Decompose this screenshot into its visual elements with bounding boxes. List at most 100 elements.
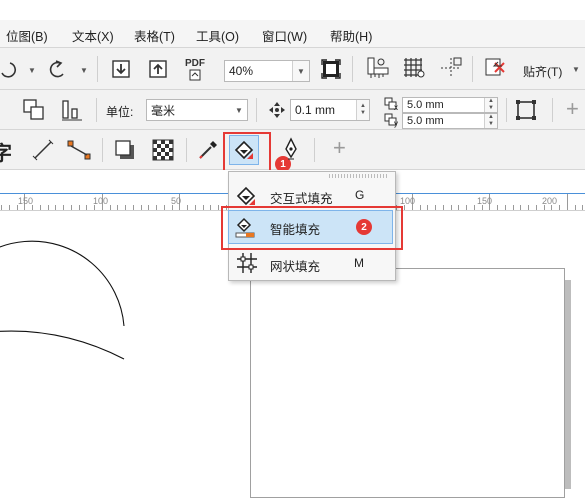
drop-shadow-tool-icon[interactable] <box>112 137 138 163</box>
ruler-tick <box>55 205 57 210</box>
ruler-tick <box>39 205 41 210</box>
toolbar-separator <box>186 138 187 162</box>
ruler-tick <box>535 205 537 210</box>
units-label: 单位: <box>106 105 134 119</box>
toolbar-separator <box>314 138 315 162</box>
ruler-tick <box>148 205 150 210</box>
dimension-tool-icon[interactable] <box>30 137 56 163</box>
menu-help[interactable]: 帮助(H) <box>330 26 372 45</box>
duplicate-y-field[interactable]: 5.0 mm ▲ ▼ <box>402 113 498 129</box>
duplicate-y-icon: y <box>384 113 398 128</box>
menu-item-mesh-fill[interactable]: 网状填充 M <box>230 246 394 280</box>
nudge-spinner[interactable]: ▲ ▼ <box>356 100 369 120</box>
ruler-tick <box>70 205 72 210</box>
import-icon[interactable] <box>108 56 134 82</box>
toolbar-separator <box>97 56 98 82</box>
menu-item-shortcut: G <box>355 188 365 202</box>
ruler-tick <box>435 205 436 210</box>
duplicate-x-field[interactable]: 5.0 mm ▲ ▼ <box>402 97 498 113</box>
menu-item-smart-fill[interactable]: 智能填充 2 <box>228 210 393 244</box>
duplicate-y-spinner[interactable]: ▲ ▼ <box>484 114 497 128</box>
ruler-tick <box>8 205 10 210</box>
undo-dropdown-icon[interactable]: ▼ <box>28 66 36 75</box>
ruler-tick <box>582 205 584 210</box>
ruler-label: 200 <box>542 196 558 206</box>
full-screen-preview-icon[interactable] <box>318 56 344 82</box>
chevron-down-icon[interactable]: ▼ <box>292 61 309 81</box>
ruler-tick <box>504 205 506 210</box>
ruler-tick <box>473 205 475 210</box>
ruler-tick <box>163 205 165 210</box>
zoom-level-combo[interactable]: 40% ▼ <box>224 60 310 82</box>
show-grid-icon[interactable] <box>400 54 428 82</box>
units-combo[interactable]: 毫米 ▼ <box>146 99 248 121</box>
snap-to-label[interactable]: 贴齐(T) <box>523 63 562 80</box>
chevron-down-icon[interactable]: ▼ <box>572 65 580 74</box>
ruler-tick <box>78 205 80 210</box>
export-icon[interactable] <box>145 56 171 82</box>
show-guidelines-icon[interactable] <box>437 54 465 82</box>
ruler-tick <box>47 205 49 210</box>
x-subscript: x <box>394 103 398 112</box>
nudge-distance-icon <box>264 97 290 123</box>
zoom-level-value: 40% <box>229 64 254 78</box>
toolbar-separator <box>552 98 553 122</box>
chevron-down-icon[interactable]: ▼ <box>231 100 247 120</box>
ruler-tick <box>520 205 522 210</box>
ruler-tick <box>566 194 568 210</box>
toolbar-separator <box>256 98 257 122</box>
ruler-tick <box>427 205 429 210</box>
connector-tool-icon[interactable] <box>66 137 92 163</box>
menu-bitmap[interactable]: 位图(B) <box>6 26 48 45</box>
smart-fill-icon <box>233 215 257 242</box>
add-icon[interactable]: + <box>566 96 579 122</box>
toolbar-separator <box>506 98 507 122</box>
group-objects-icon[interactable] <box>20 96 48 124</box>
menu-table[interactable]: 表格(T) <box>134 26 175 45</box>
duplicate-x-spinner[interactable]: ▲ ▼ <box>484 98 497 112</box>
ruler-tick <box>109 205 111 210</box>
menu-item-label: 智能填充 <box>270 223 321 237</box>
align-bars-icon[interactable] <box>58 96 86 124</box>
ruler-tick <box>450 205 452 210</box>
ruler-label: 150 <box>18 196 34 206</box>
ruler-tick <box>202 205 204 210</box>
ruler-tick <box>458 205 460 210</box>
ruler-tick <box>125 205 126 210</box>
ruler-tick <box>117 205 119 210</box>
interactive-fill-tool-icon[interactable] <box>229 135 259 165</box>
title-strip <box>0 0 585 20</box>
arc-divider <box>0 330 125 360</box>
snap-off-icon[interactable] <box>482 54 510 82</box>
undo-icon[interactable] <box>0 56 20 82</box>
show-rulers-icon[interactable] <box>364 54 392 82</box>
menu-text[interactable]: 文本(X) <box>72 26 114 45</box>
ruler-tick <box>86 205 88 210</box>
transparency-tool-icon[interactable] <box>150 137 176 163</box>
text-tool-icon[interactable]: 字 <box>0 137 12 166</box>
treat-as-filled-icon[interactable] <box>512 96 540 124</box>
ruler-label: 100 <box>400 196 416 206</box>
toolbar-separator <box>102 138 103 162</box>
property-bar: 单位: 毫米 ▼ 0.1 mm ▲ ▼ x 5.0 mm ▲ ▼ y 5.0 mm … <box>0 90 585 130</box>
redo-icon[interactable] <box>44 56 70 82</box>
mesh-fill-icon <box>234 250 260 279</box>
ruler-tick <box>497 205 498 210</box>
menu-window[interactable]: 窗口(W) <box>262 26 307 45</box>
step-two-badge: 2 <box>356 219 372 235</box>
add-tool-icon[interactable]: + <box>333 135 346 161</box>
publish-pdf-icon[interactable]: PDF <box>182 56 208 82</box>
nudge-distance-field[interactable]: 0.1 mm ▲ ▼ <box>290 99 370 121</box>
menu-tools[interactable]: 工具(O) <box>196 26 239 45</box>
menu-bar: 位图(B) 文本(X) 表格(T) 工具(O) 窗口(W) 帮助(H) <box>0 20 585 48</box>
ruler-tick <box>187 205 188 210</box>
menu-item-shortcut: M <box>354 256 364 270</box>
eyedropper-tool-icon[interactable] <box>195 137 221 163</box>
ruler-tick <box>1 205 2 210</box>
outline-pen-tool-icon[interactable] <box>278 136 304 162</box>
menu-item-label: 交互式填充 <box>270 192 333 206</box>
redo-dropdown-icon[interactable]: ▼ <box>80 66 88 75</box>
ruler-tick <box>419 205 421 210</box>
duplicate-x-value: 5.0 mm <box>407 99 444 111</box>
ruler-tick <box>512 205 514 210</box>
